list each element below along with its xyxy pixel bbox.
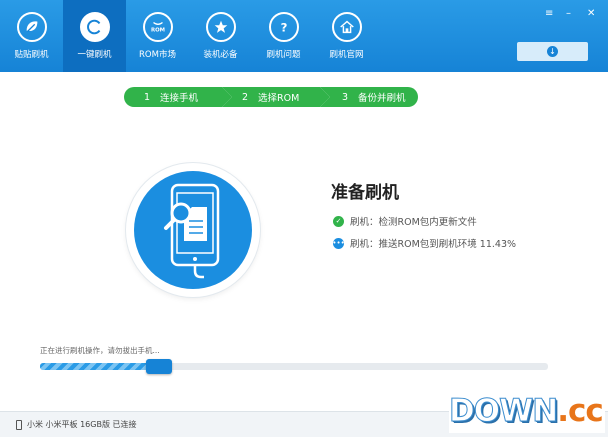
device-label: 小米 小米平板 16GB版 已连接: [27, 420, 137, 429]
device-status: 小米 小米平板 16GB版 已连接: [16, 419, 137, 430]
step-number: 1: [144, 91, 151, 103]
status-item-check-rom: ✓ 刷机：检测ROM包内更新文件: [333, 214, 477, 228]
minimize-icon[interactable]: –: [566, 8, 571, 19]
step-connect-phone: 1 连接手机: [124, 87, 232, 107]
nav-label: ROM市场: [139, 50, 176, 60]
nav-item-official-site[interactable]: 刷机官网: [315, 0, 378, 72]
watermark-main-text: DOWN: [448, 393, 558, 430]
download-button[interactable]: ↓: [517, 42, 588, 61]
watermark-suffix: cc: [568, 393, 604, 429]
phone-scan-illustration: [134, 171, 252, 289]
nav-item-essentials[interactable]: 装机必备: [189, 0, 252, 72]
status-text: 刷机：检测ROM包内更新文件: [350, 217, 477, 228]
nav-label: 刷机官网: [329, 50, 364, 60]
watermark-logo: DOWN. cc: [448, 389, 605, 433]
nav-label: 贴贴刷机: [14, 50, 49, 60]
svg-text:?: ?: [280, 21, 287, 35]
top-toolbar: 贴贴刷机 一键刷机 ROM ROM市场 装机必备 ? 刷机问题 刷机官网 ≡ –…: [0, 0, 608, 72]
nav-label: 装机必备: [203, 50, 238, 60]
home-icon: [331, 12, 362, 42]
status-item-push-rom: ••• 刷机：推送ROM包到刷机环境 11.43%: [332, 236, 517, 250]
nav-label: 刷机问题: [266, 50, 301, 60]
question-icon: ?: [268, 12, 299, 42]
phone-icon: [16, 419, 22, 430]
svg-text:ROM: ROM: [150, 28, 164, 34]
check-icon: ✓: [333, 215, 344, 227]
nav-item-rom-market[interactable]: ROM ROM市场: [126, 0, 189, 72]
progress-message: 正在进行刷机操作，请勿拔出手机...: [40, 346, 160, 355]
step-select-rom: 2 选择ROM: [222, 87, 330, 107]
nav-item-flash-faq[interactable]: ? 刷机问题: [252, 0, 315, 72]
step-label: 连接手机: [160, 93, 199, 104]
star-icon: [205, 12, 236, 42]
progress-indicator: [146, 359, 173, 374]
loading-icon: •••: [332, 237, 345, 249]
step-number: 3: [342, 91, 349, 103]
nav-item-one-click-flash[interactable]: 一键刷机: [63, 0, 126, 72]
main-nav: 贴贴刷机 一键刷机 ROM ROM市场 装机必备 ? 刷机问题 刷机官网: [0, 0, 378, 72]
step-label: 备份并刷机: [358, 93, 406, 104]
leaf-logo-icon: [16, 12, 47, 42]
watermark-dot: .: [557, 393, 569, 429]
phone-scan-icon: [164, 183, 220, 279]
step-indicator: 1 连接手机 2 选择ROM 3 备份并刷机: [124, 87, 418, 107]
page-title: 准备刷机: [331, 183, 399, 203]
menu-icon[interactable]: ≡: [545, 8, 553, 19]
rom-market-icon: ROM: [142, 12, 173, 42]
nav-label: 一键刷机: [77, 50, 112, 60]
step-backup-and-flash: 3 备份并刷机: [320, 87, 418, 107]
refresh-icon: [79, 12, 110, 42]
step-label: 选择ROM: [258, 93, 300, 104]
status-text: 刷机：推送ROM包到刷机环境 11.43%: [350, 239, 517, 250]
step-number: 2: [242, 91, 249, 103]
download-arrow-icon: ↓: [547, 46, 558, 57]
close-icon[interactable]: ✕: [587, 8, 595, 19]
nav-item-tietie[interactable]: 贴贴刷机: [0, 0, 63, 72]
